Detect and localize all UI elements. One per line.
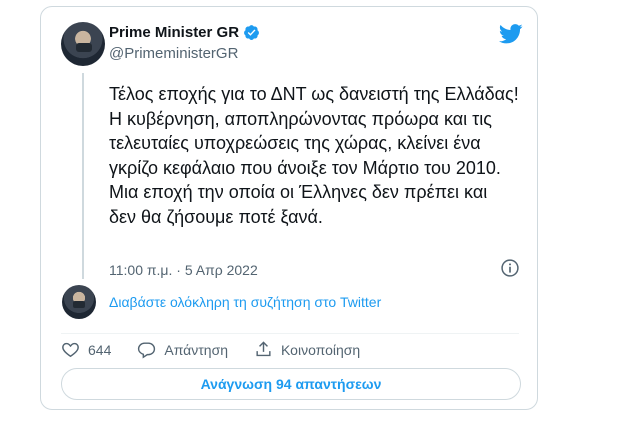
tweet-actions: 644 Απάντηση Κοινοποίηση	[61, 340, 386, 359]
read-replies-button[interactable]: Ανάγνωση 94 απαντήσεων	[61, 368, 521, 400]
tweet-timestamp[interactable]: 11:00 π.μ. · 5 Απρ 2022	[109, 262, 258, 278]
read-full-thread-link[interactable]: Διαβάστε ολόκληρη τη συζήτηση στο Twitte…	[109, 294, 381, 310]
share-label: Κοινοποίηση	[281, 341, 361, 358]
author-handle[interactable]: @PrimeministerGR	[109, 45, 238, 62]
share-icon	[256, 341, 271, 357]
twitter-bird-icon[interactable]	[499, 24, 523, 44]
reply-icon	[138, 342, 156, 359]
like-count: 644	[88, 341, 112, 358]
thread-connector-line	[82, 73, 84, 279]
tweet-text: Τέλος εποχής για το ΔΝΤ ως δανειστή της …	[109, 84, 519, 227]
embedded-tweet-card: Prime Minister GR @PrimeministerGR Τέλος…	[40, 6, 538, 410]
like-button[interactable]: 644	[61, 340, 111, 359]
verified-badge-icon	[244, 25, 259, 40]
reply-label: Απάντηση	[164, 341, 228, 358]
author-avatar[interactable]	[61, 22, 105, 66]
author-name-row[interactable]: Prime Minister GR	[109, 24, 260, 41]
info-icon[interactable]	[500, 258, 520, 278]
divider	[61, 333, 519, 334]
share-button[interactable]: Κοινοποίηση	[254, 340, 360, 359]
heart-icon	[62, 342, 79, 358]
reply-button[interactable]: Απάντηση	[137, 340, 228, 359]
thread-avatar[interactable]	[62, 285, 96, 319]
author-display-name[interactable]: Prime Minister GR	[109, 24, 239, 41]
